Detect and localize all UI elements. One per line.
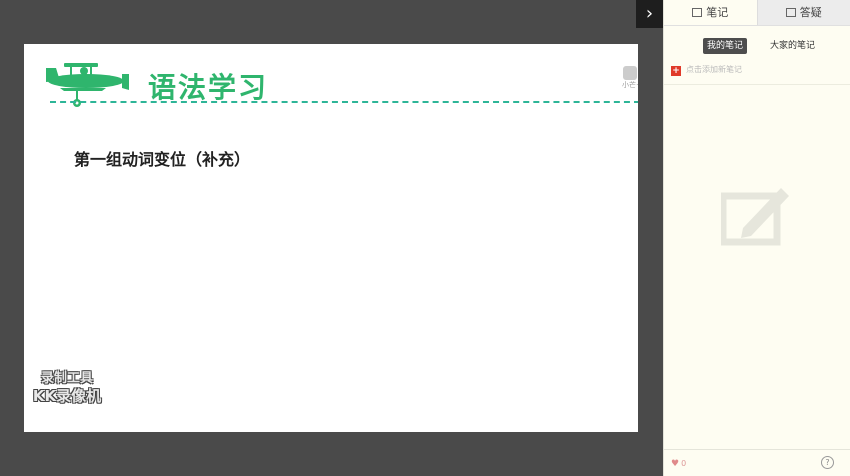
like-counter[interactable]: ♥ 0 xyxy=(671,459,686,469)
logo-mark-icon xyxy=(623,66,637,80)
slide-heading: 第一组动词变位（补充） xyxy=(74,150,251,169)
recorder-watermark: 录制工具 KK录像机 xyxy=(22,370,112,406)
like-count: 0 xyxy=(681,459,687,468)
tab-qa-label: 答疑 xyxy=(799,6,822,19)
help-button[interactable]: ? xyxy=(821,456,834,469)
add-note-label: 点击添加新笔记 xyxy=(686,65,742,74)
watermark-line-1: 录制工具 xyxy=(40,371,93,386)
notes-side-panel: 笔记 答疑 我的笔记 大家的笔记 + 点击添加新笔记 ♥ 0 ? xyxy=(663,0,850,476)
slide-title: 语法学习 xyxy=(148,71,269,104)
tab-notes-label: 笔记 xyxy=(706,6,729,19)
panel-tabs: 笔记 答疑 xyxy=(664,0,850,26)
notes-divider xyxy=(664,84,850,85)
note-edit-icon xyxy=(692,8,703,17)
corner-logo-text: 小芒~ xyxy=(622,81,638,89)
qa-icon xyxy=(785,8,796,17)
notes-subtabs: 我的笔记 大家的笔记 xyxy=(664,38,850,54)
subtab-my-notes[interactable]: 我的笔记 xyxy=(703,38,748,54)
empty-notes-icon xyxy=(721,188,789,246)
dashed-divider xyxy=(50,101,638,103)
tab-qa[interactable]: 答疑 xyxy=(756,0,850,25)
tab-notes[interactable]: 笔记 xyxy=(664,0,757,25)
add-note-button[interactable]: + 点击添加新笔记 xyxy=(671,63,742,77)
corner-logo: 小芒~ xyxy=(622,66,638,92)
watermark-line-2: KK录像机 xyxy=(32,387,102,405)
video-player: › 语法学习 小芒 第一组动词变位（补充） 录制工具 KK录像机 xyxy=(0,0,663,476)
slide-content: 语法学习 小芒~ 第一组动词变位（补充） xyxy=(24,44,638,432)
panel-footer: ♥ 0 ? xyxy=(664,449,850,476)
heart-icon: ♥ xyxy=(671,459,680,469)
subtab-all-notes[interactable]: 大家的笔记 xyxy=(766,38,819,54)
collapse-panel-button[interactable]: › xyxy=(636,0,663,28)
plus-icon: + xyxy=(671,66,681,76)
